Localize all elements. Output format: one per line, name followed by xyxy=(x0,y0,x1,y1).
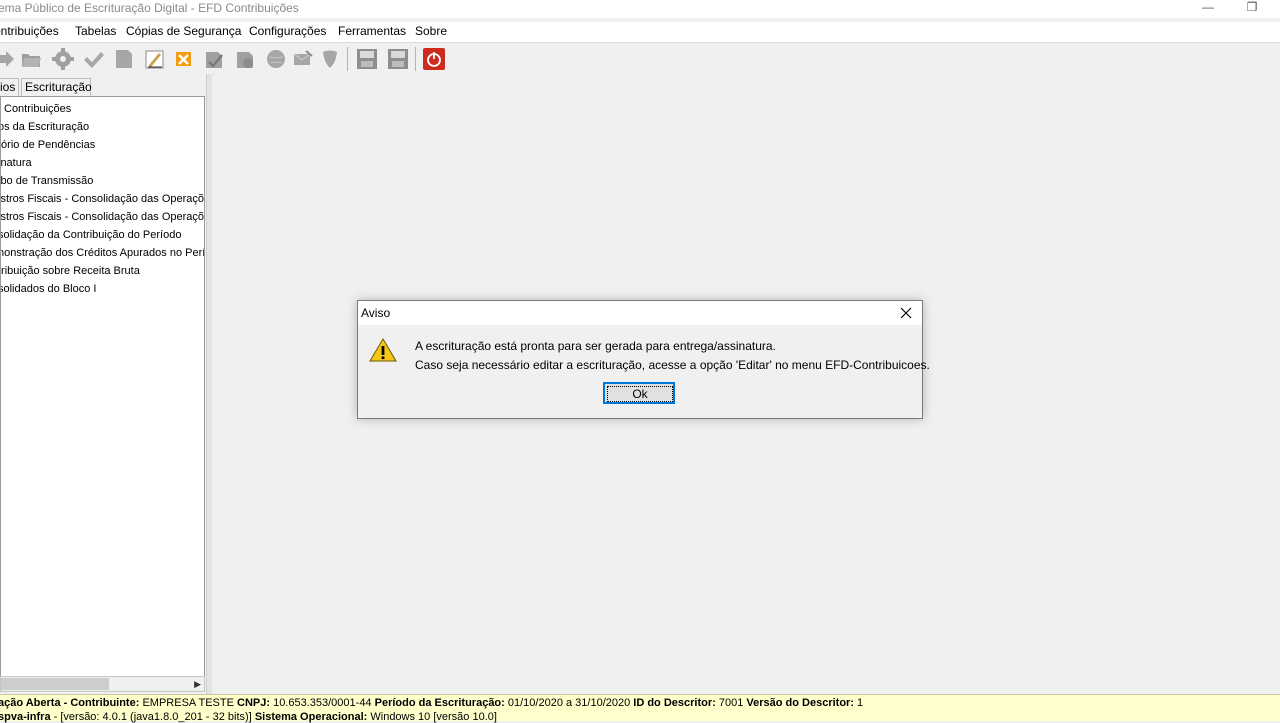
tab-dados[interactable]: ios xyxy=(0,78,19,96)
menu-configuracoes[interactable]: Configurações xyxy=(249,24,326,38)
toolbar-separator xyxy=(347,47,348,71)
status-contribuinte: EMPRESA TESTE xyxy=(139,697,237,709)
status-key: CNPJ: xyxy=(237,697,271,709)
sign-icon[interactable] xyxy=(203,48,225,70)
close-icon[interactable] xyxy=(173,48,195,70)
dialog-message-line1: A escrituração está pronta para ser gera… xyxy=(415,339,776,353)
menu-contribuicoes[interactable]: ontribuições xyxy=(0,24,59,38)
edit-document-icon[interactable] xyxy=(144,48,166,70)
restore-button[interactable]: ❐ xyxy=(1232,0,1272,16)
status-cnpj: 10.653.353/0001-44 xyxy=(270,697,375,709)
status-key: spva-infra xyxy=(0,711,51,723)
transmit-icon[interactable] xyxy=(234,48,256,70)
status-versao: - [versão: 4.0.1 (java1.8.0_201 - 32 bit… xyxy=(50,711,255,723)
folder-open-icon[interactable] xyxy=(20,48,42,70)
menu-copias-seguranca[interactable]: Cópias de Segurança xyxy=(126,24,241,38)
status-sistema-operacional: Windows 10 [versão 10.0] xyxy=(367,711,497,723)
arrow-right-icon[interactable] xyxy=(0,48,16,70)
menu-sobre[interactable]: Sobre xyxy=(415,24,447,38)
tree-item[interactable]: tribuição sobre Receita Bruta xyxy=(1,264,140,278)
status-bar: ação Aberta - Contribuinte: EMPRESA TEST… xyxy=(0,694,1280,723)
status-key: ação Aberta - Contribuinte: xyxy=(0,697,140,709)
ok-button-label: Ok xyxy=(607,386,673,402)
restore-icon[interactable] xyxy=(387,48,409,70)
window-title: ema Público de Escrituração Digital - EF… xyxy=(0,1,299,15)
menu-tabelas[interactable]: Tabelas xyxy=(75,24,116,38)
tree-item[interactable]: Contribuições xyxy=(4,102,71,116)
close-icon[interactable] xyxy=(896,303,916,323)
menu-ferramentas[interactable]: Ferramentas xyxy=(338,24,406,38)
tree-item[interactable]: nonstração dos Créditos Apurados no Perí xyxy=(1,246,204,260)
aviso-dialog: Aviso A escrituração está pronta para se… xyxy=(357,300,930,419)
menu-bar: ontribuições Tabelas Cópias de Segurança… xyxy=(0,22,1280,42)
horizontal-scrollbar[interactable]: ▶ xyxy=(0,676,205,692)
status-id-descritor: 7001 xyxy=(715,697,747,709)
tree-item[interactable]: istros Fiscais - Consolidação das Operaç… xyxy=(1,210,204,224)
document-icon[interactable] xyxy=(113,48,135,70)
check-icon[interactable] xyxy=(82,48,104,70)
gear-icon[interactable] xyxy=(52,48,74,70)
status-line-2: spva-infra - [versão: 4.0.1 (java1.8.0_2… xyxy=(0,711,497,723)
warning-icon xyxy=(369,338,397,362)
status-versao-descritor: 1 xyxy=(853,697,864,709)
dialog-title-bar: Aviso xyxy=(358,301,922,325)
shield-icon[interactable] xyxy=(319,48,341,70)
scrollbar-thumb[interactable] xyxy=(1,678,109,690)
status-key: Sistema Operacional: xyxy=(254,711,368,723)
globe-icon[interactable] xyxy=(265,48,287,70)
tree-item[interactable]: ibo de Transmissão xyxy=(1,174,93,188)
mail-icon[interactable] xyxy=(292,48,314,70)
tab-escrituracao[interactable]: Escrituração xyxy=(21,78,92,96)
tree-view: Contribuições os da Escrituração tório d… xyxy=(0,96,205,678)
tree-item[interactable]: tório de Pendências xyxy=(1,138,95,152)
dialog-message-line2: Caso seja necessário editar a escrituraç… xyxy=(415,358,930,372)
status-line-1: ação Aberta - Contribuinte: EMPRESA TEST… xyxy=(0,697,863,709)
status-key: Período da Escrituração: xyxy=(374,697,505,709)
ok-button[interactable]: Ok xyxy=(603,382,675,404)
backup-icon[interactable] xyxy=(356,48,378,70)
scroll-right-icon[interactable]: ▶ xyxy=(194,677,201,691)
exit-icon[interactable] xyxy=(423,48,445,70)
tree-item[interactable]: os da Escrituração xyxy=(1,120,89,134)
tree-item[interactable]: solidados do Bloco I xyxy=(1,282,96,296)
status-periodo: 01/10/2020 a 31/10/2020 xyxy=(504,697,634,709)
tree-item[interactable]: solidação da Contribuição do Período xyxy=(1,228,181,242)
status-key: Versão do Descritor: xyxy=(746,697,854,709)
toolbar-separator xyxy=(415,47,416,71)
minimize-button[interactable]: — xyxy=(1188,0,1228,16)
title-bar: ema Público de Escrituração Digital - EF… xyxy=(0,0,1280,18)
left-panel: ios Escrituração Contribuições os da Esc… xyxy=(0,74,210,694)
tree-item[interactable]: istros Fiscais - Consolidação das Operaç… xyxy=(1,192,204,206)
status-key: ID do Descritor: xyxy=(633,697,716,709)
dialog-title: Aviso xyxy=(361,306,391,320)
toolbar xyxy=(0,42,1280,76)
tree-item[interactable]: inatura xyxy=(1,156,32,170)
